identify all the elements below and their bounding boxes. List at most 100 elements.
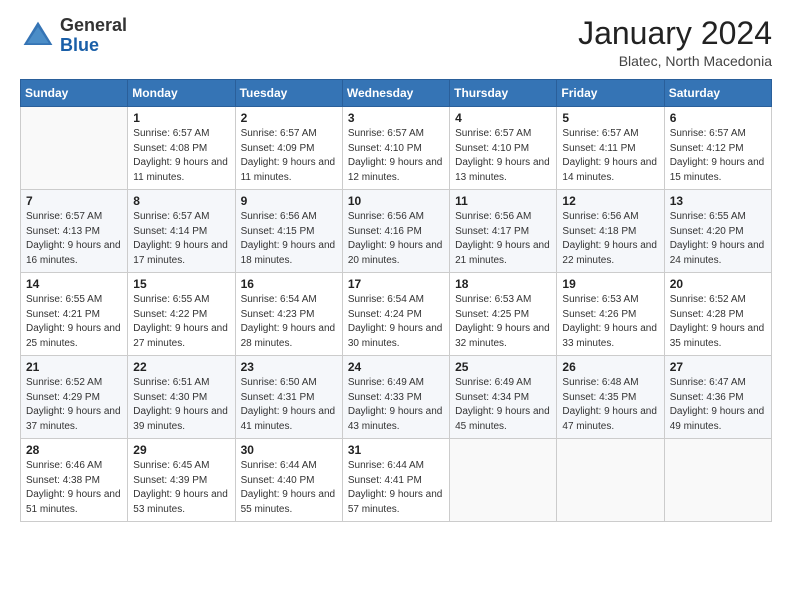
day-number: 15 [133, 277, 229, 291]
col-tuesday: Tuesday [235, 80, 342, 107]
day-info: Sunrise: 6:57 AM Sunset: 4:14 PM Dayligh… [133, 210, 229, 268]
calendar-cell [450, 439, 557, 522]
day-number: 24 [348, 360, 444, 374]
day-info: Sunrise: 6:57 AM Sunset: 4:13 PM Dayligh… [26, 210, 122, 268]
calendar-table: Sunday Monday Tuesday Wednesday Thursday… [20, 79, 772, 522]
day-number: 23 [241, 360, 337, 374]
title-block: January 2024 Blatec, North Macedonia [578, 16, 772, 69]
day-info: Sunrise: 6:54 AM Sunset: 4:24 PM Dayligh… [348, 293, 444, 351]
calendar-cell: 9 Sunrise: 6:56 AM Sunset: 4:15 PM Daylig… [235, 190, 342, 273]
day-number: 22 [133, 360, 229, 374]
day-number: 12 [562, 194, 658, 208]
day-info: Sunrise: 6:52 AM Sunset: 4:29 PM Dayligh… [26, 376, 122, 434]
calendar-cell: 30 Sunrise: 6:44 AM Sunset: 4:40 PM Dayli… [235, 439, 342, 522]
day-info: Sunrise: 6:51 AM Sunset: 4:30 PM Dayligh… [133, 376, 229, 434]
day-number: 16 [241, 277, 337, 291]
day-info: Sunrise: 6:45 AM Sunset: 4:39 PM Dayligh… [133, 459, 229, 517]
day-number: 13 [670, 194, 766, 208]
calendar-cell: 29 Sunrise: 6:45 AM Sunset: 4:39 PM Dayli… [128, 439, 235, 522]
day-info: Sunrise: 6:57 AM Sunset: 4:11 PM Dayligh… [562, 127, 658, 185]
calendar-header: Sunday Monday Tuesday Wednesday Thursday… [21, 80, 772, 107]
day-number: 26 [562, 360, 658, 374]
calendar-cell: 1 Sunrise: 6:57 AM Sunset: 4:08 PM Daylig… [128, 107, 235, 190]
calendar-cell: 16 Sunrise: 6:54 AM Sunset: 4:23 PM Dayli… [235, 273, 342, 356]
col-wednesday: Wednesday [342, 80, 449, 107]
calendar-cell: 25Sunrise: 6:49 AM Sunset: 4:34 PM Dayli… [450, 356, 557, 439]
day-number: 2 [241, 111, 337, 125]
day-number: 6 [670, 111, 766, 125]
calendar-cell: 5 Sunrise: 6:57 AM Sunset: 4:11 PM Daylig… [557, 107, 664, 190]
header: General Blue January 2024 Blatec, North … [20, 16, 772, 69]
day-number: 9 [241, 194, 337, 208]
calendar-cell: 15 Sunrise: 6:55 AM Sunset: 4:22 PM Dayli… [128, 273, 235, 356]
day-number: 29 [133, 443, 229, 457]
location-subtitle: Blatec, North Macedonia [578, 53, 772, 69]
calendar-week-1: 1 Sunrise: 6:57 AM Sunset: 4:08 PM Daylig… [21, 107, 772, 190]
calendar-cell: 21Sunrise: 6:52 AM Sunset: 4:29 PM Dayli… [21, 356, 128, 439]
col-friday: Friday [557, 80, 664, 107]
calendar-cell: 18 Sunrise: 6:53 AM Sunset: 4:25 PM Dayli… [450, 273, 557, 356]
day-info: Sunrise: 6:46 AM Sunset: 4:38 PM Dayligh… [26, 459, 122, 517]
calendar-cell: 11 Sunrise: 6:56 AM Sunset: 4:17 PM Dayli… [450, 190, 557, 273]
day-number: 14 [26, 277, 122, 291]
day-info: Sunrise: 6:53 AM Sunset: 4:25 PM Dayligh… [455, 293, 551, 351]
calendar-cell: 2 Sunrise: 6:57 AM Sunset: 4:09 PM Daylig… [235, 107, 342, 190]
calendar-week-5: 28 Sunrise: 6:46 AM Sunset: 4:38 PM Dayli… [21, 439, 772, 522]
calendar-cell: 7 Sunrise: 6:57 AM Sunset: 4:13 PM Daylig… [21, 190, 128, 273]
day-number: 4 [455, 111, 551, 125]
day-number: 31 [348, 443, 444, 457]
calendar-cell: 19Sunrise: 6:53 AM Sunset: 4:26 PM Dayli… [557, 273, 664, 356]
calendar-cell: 4 Sunrise: 6:57 AM Sunset: 4:10 PM Daylig… [450, 107, 557, 190]
page: General Blue January 2024 Blatec, North … [0, 0, 792, 612]
calendar-cell: 20 Sunrise: 6:52 AM Sunset: 4:28 PM Dayli… [664, 273, 771, 356]
col-monday: Monday [128, 80, 235, 107]
day-info: Sunrise: 6:47 AM Sunset: 4:36 PM Dayligh… [670, 376, 766, 434]
day-number: 28 [26, 443, 122, 457]
day-number: 7 [26, 194, 122, 208]
calendar-cell [664, 439, 771, 522]
day-info: Sunrise: 6:57 AM Sunset: 4:09 PM Dayligh… [241, 127, 337, 185]
day-info: Sunrise: 6:56 AM Sunset: 4:15 PM Dayligh… [241, 210, 337, 268]
calendar-cell: 13 Sunrise: 6:55 AM Sunset: 4:20 PM Dayli… [664, 190, 771, 273]
day-number: 19 [562, 277, 658, 291]
day-number: 11 [455, 194, 551, 208]
day-number: 20 [670, 277, 766, 291]
day-info: Sunrise: 6:49 AM Sunset: 4:33 PM Dayligh… [348, 376, 444, 434]
day-number: 3 [348, 111, 444, 125]
day-info: Sunrise: 6:48 AM Sunset: 4:35 PM Dayligh… [562, 376, 658, 434]
day-info: Sunrise: 6:55 AM Sunset: 4:20 PM Dayligh… [670, 210, 766, 268]
calendar-body: 1 Sunrise: 6:57 AM Sunset: 4:08 PM Daylig… [21, 107, 772, 522]
calendar-week-3: 14Sunrise: 6:55 AM Sunset: 4:21 PM Dayli… [21, 273, 772, 356]
day-info: Sunrise: 6:55 AM Sunset: 4:22 PM Dayligh… [133, 293, 229, 351]
day-info: Sunrise: 6:52 AM Sunset: 4:28 PM Dayligh… [670, 293, 766, 351]
month-title: January 2024 [578, 16, 772, 51]
logo-icon [20, 18, 56, 54]
calendar-cell: 17 Sunrise: 6:54 AM Sunset: 4:24 PM Dayli… [342, 273, 449, 356]
day-info: Sunrise: 6:56 AM Sunset: 4:18 PM Dayligh… [562, 210, 658, 268]
day-number: 25 [455, 360, 551, 374]
calendar-cell: 22 Sunrise: 6:51 AM Sunset: 4:30 PM Dayli… [128, 356, 235, 439]
day-info: Sunrise: 6:57 AM Sunset: 4:12 PM Dayligh… [670, 127, 766, 185]
day-number: 1 [133, 111, 229, 125]
calendar-cell: 12 Sunrise: 6:56 AM Sunset: 4:18 PM Dayli… [557, 190, 664, 273]
day-number: 30 [241, 443, 337, 457]
calendar-cell: 31 Sunrise: 6:44 AM Sunset: 4:41 PM Dayli… [342, 439, 449, 522]
calendar-cell: 28 Sunrise: 6:46 AM Sunset: 4:38 PM Dayli… [21, 439, 128, 522]
day-number: 17 [348, 277, 444, 291]
calendar-cell: 6 Sunrise: 6:57 AM Sunset: 4:12 PM Daylig… [664, 107, 771, 190]
calendar-cell: 14Sunrise: 6:55 AM Sunset: 4:21 PM Dayli… [21, 273, 128, 356]
calendar-week-2: 7 Sunrise: 6:57 AM Sunset: 4:13 PM Daylig… [21, 190, 772, 273]
day-info: Sunrise: 6:56 AM Sunset: 4:17 PM Dayligh… [455, 210, 551, 268]
calendar-cell: 24 Sunrise: 6:49 AM Sunset: 4:33 PM Dayli… [342, 356, 449, 439]
logo: General Blue [20, 16, 127, 56]
calendar-week-4: 21Sunrise: 6:52 AM Sunset: 4:29 PM Dayli… [21, 356, 772, 439]
day-number: 18 [455, 277, 551, 291]
day-info: Sunrise: 6:44 AM Sunset: 4:40 PM Dayligh… [241, 459, 337, 517]
day-info: Sunrise: 6:57 AM Sunset: 4:08 PM Dayligh… [133, 127, 229, 185]
calendar-cell [21, 107, 128, 190]
day-info: Sunrise: 6:44 AM Sunset: 4:41 PM Dayligh… [348, 459, 444, 517]
day-info: Sunrise: 6:54 AM Sunset: 4:23 PM Dayligh… [241, 293, 337, 351]
day-info: Sunrise: 6:57 AM Sunset: 4:10 PM Dayligh… [455, 127, 551, 185]
day-number: 27 [670, 360, 766, 374]
day-number: 5 [562, 111, 658, 125]
